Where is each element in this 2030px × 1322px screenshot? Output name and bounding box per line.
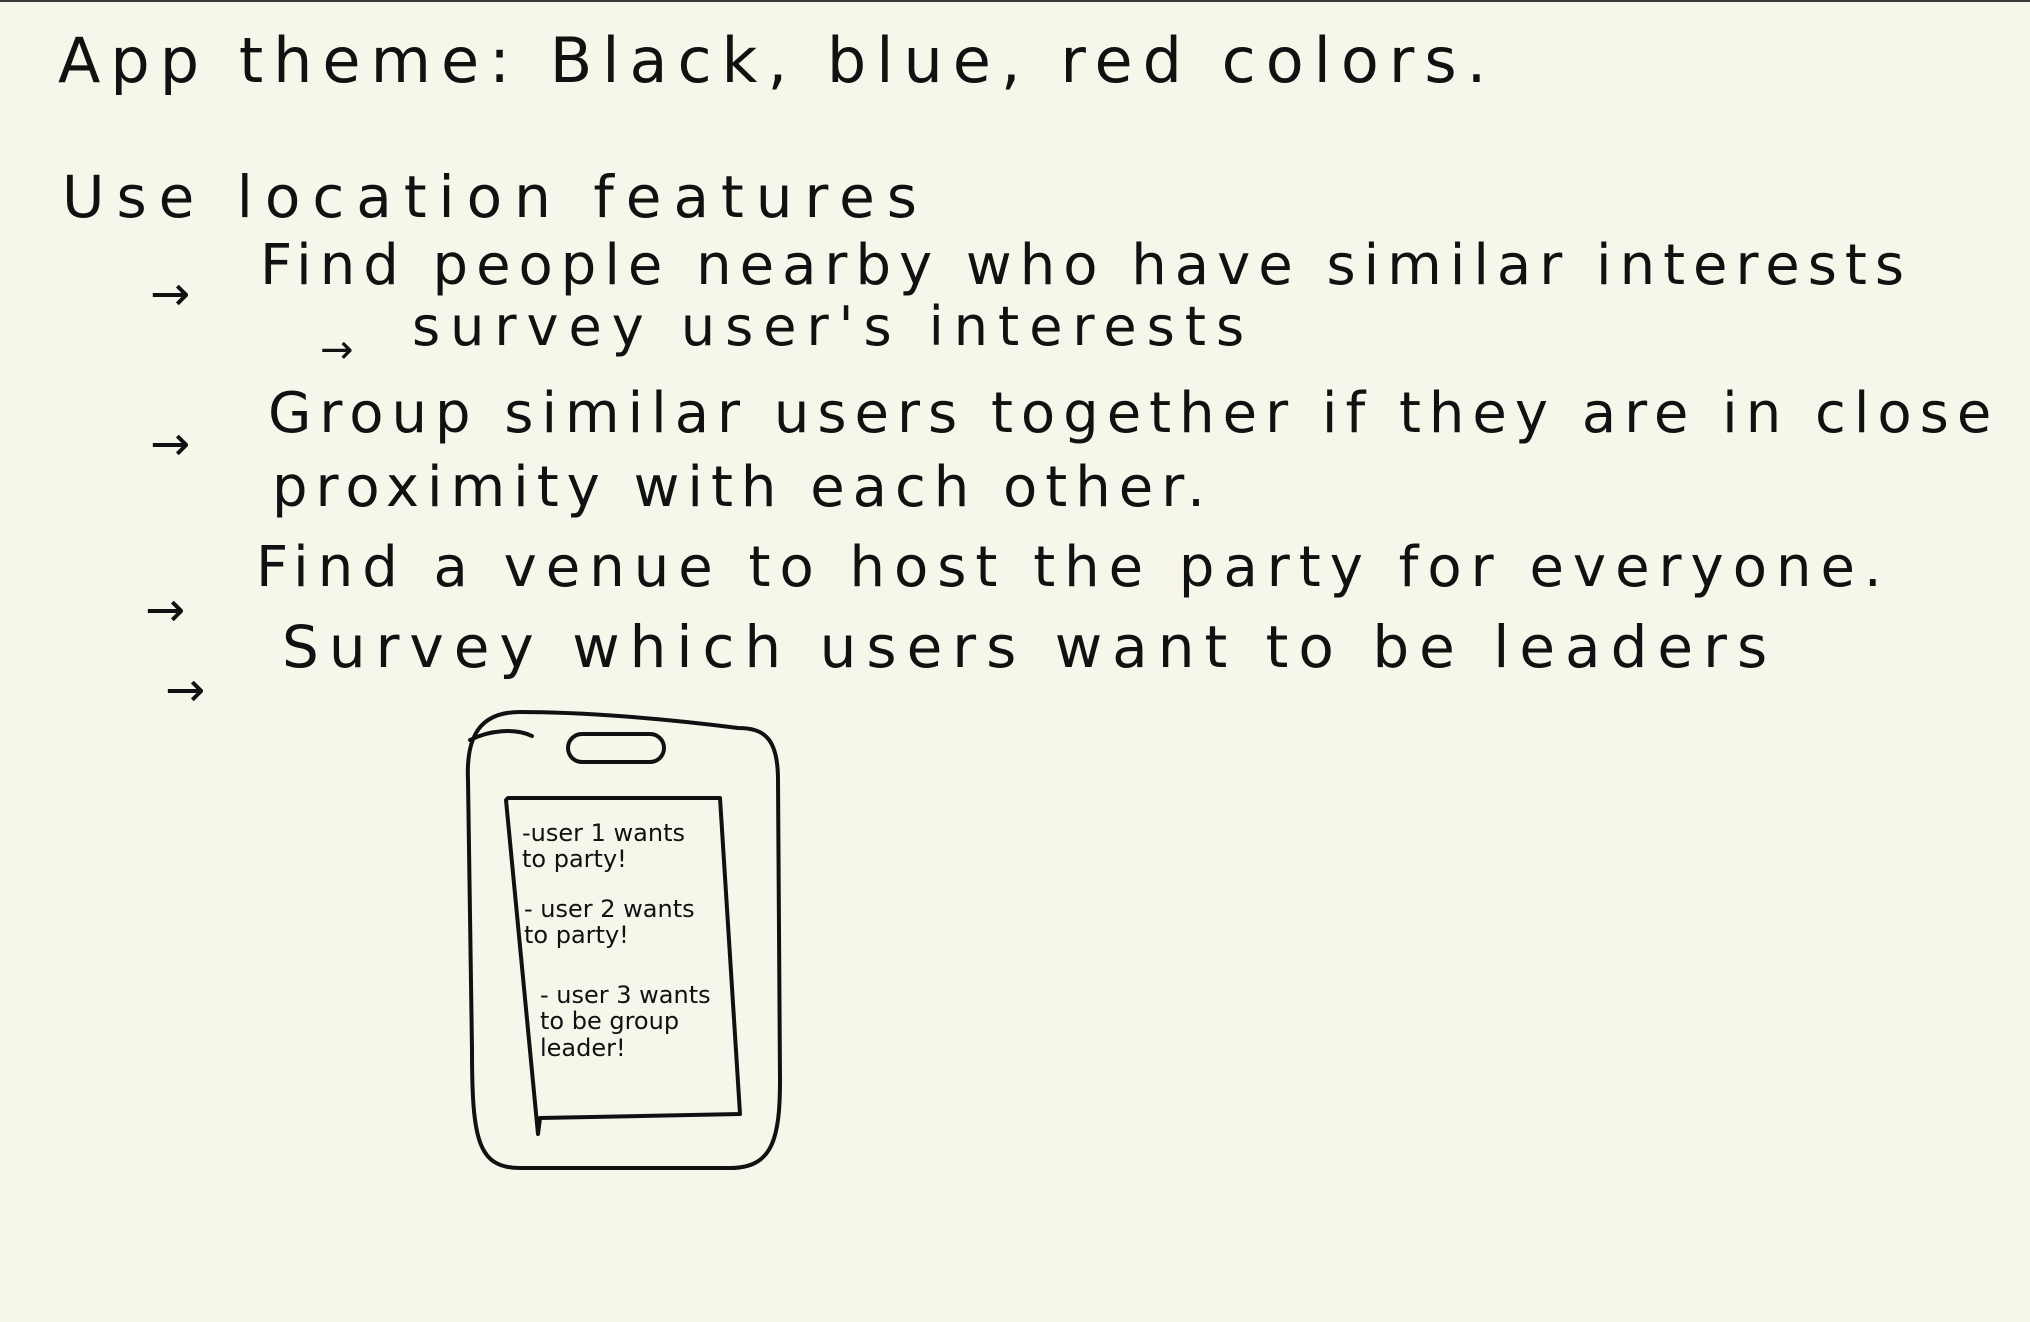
phone-speaker	[566, 732, 666, 764]
screen-line: to party!	[522, 845, 627, 874]
screen-line: to be group	[540, 1007, 680, 1036]
screen-line: leader!	[540, 1033, 626, 1062]
screen-line: to party!	[524, 921, 629, 950]
screen-line: - user 2 wants	[524, 895, 695, 923]
screen-line: -user 1 wants	[522, 819, 685, 847]
screen-entry-user-3: - user 3 wants to be group leader!	[540, 981, 711, 1062]
screen-entry-user-2: - user 2 wants to party!	[524, 896, 695, 949]
phone-sketch-icon	[465, 710, 782, 1170]
screen-line: - user 3 wants	[540, 981, 711, 1009]
screen-entry-user-1: -user 1 wants to party!	[522, 820, 685, 873]
